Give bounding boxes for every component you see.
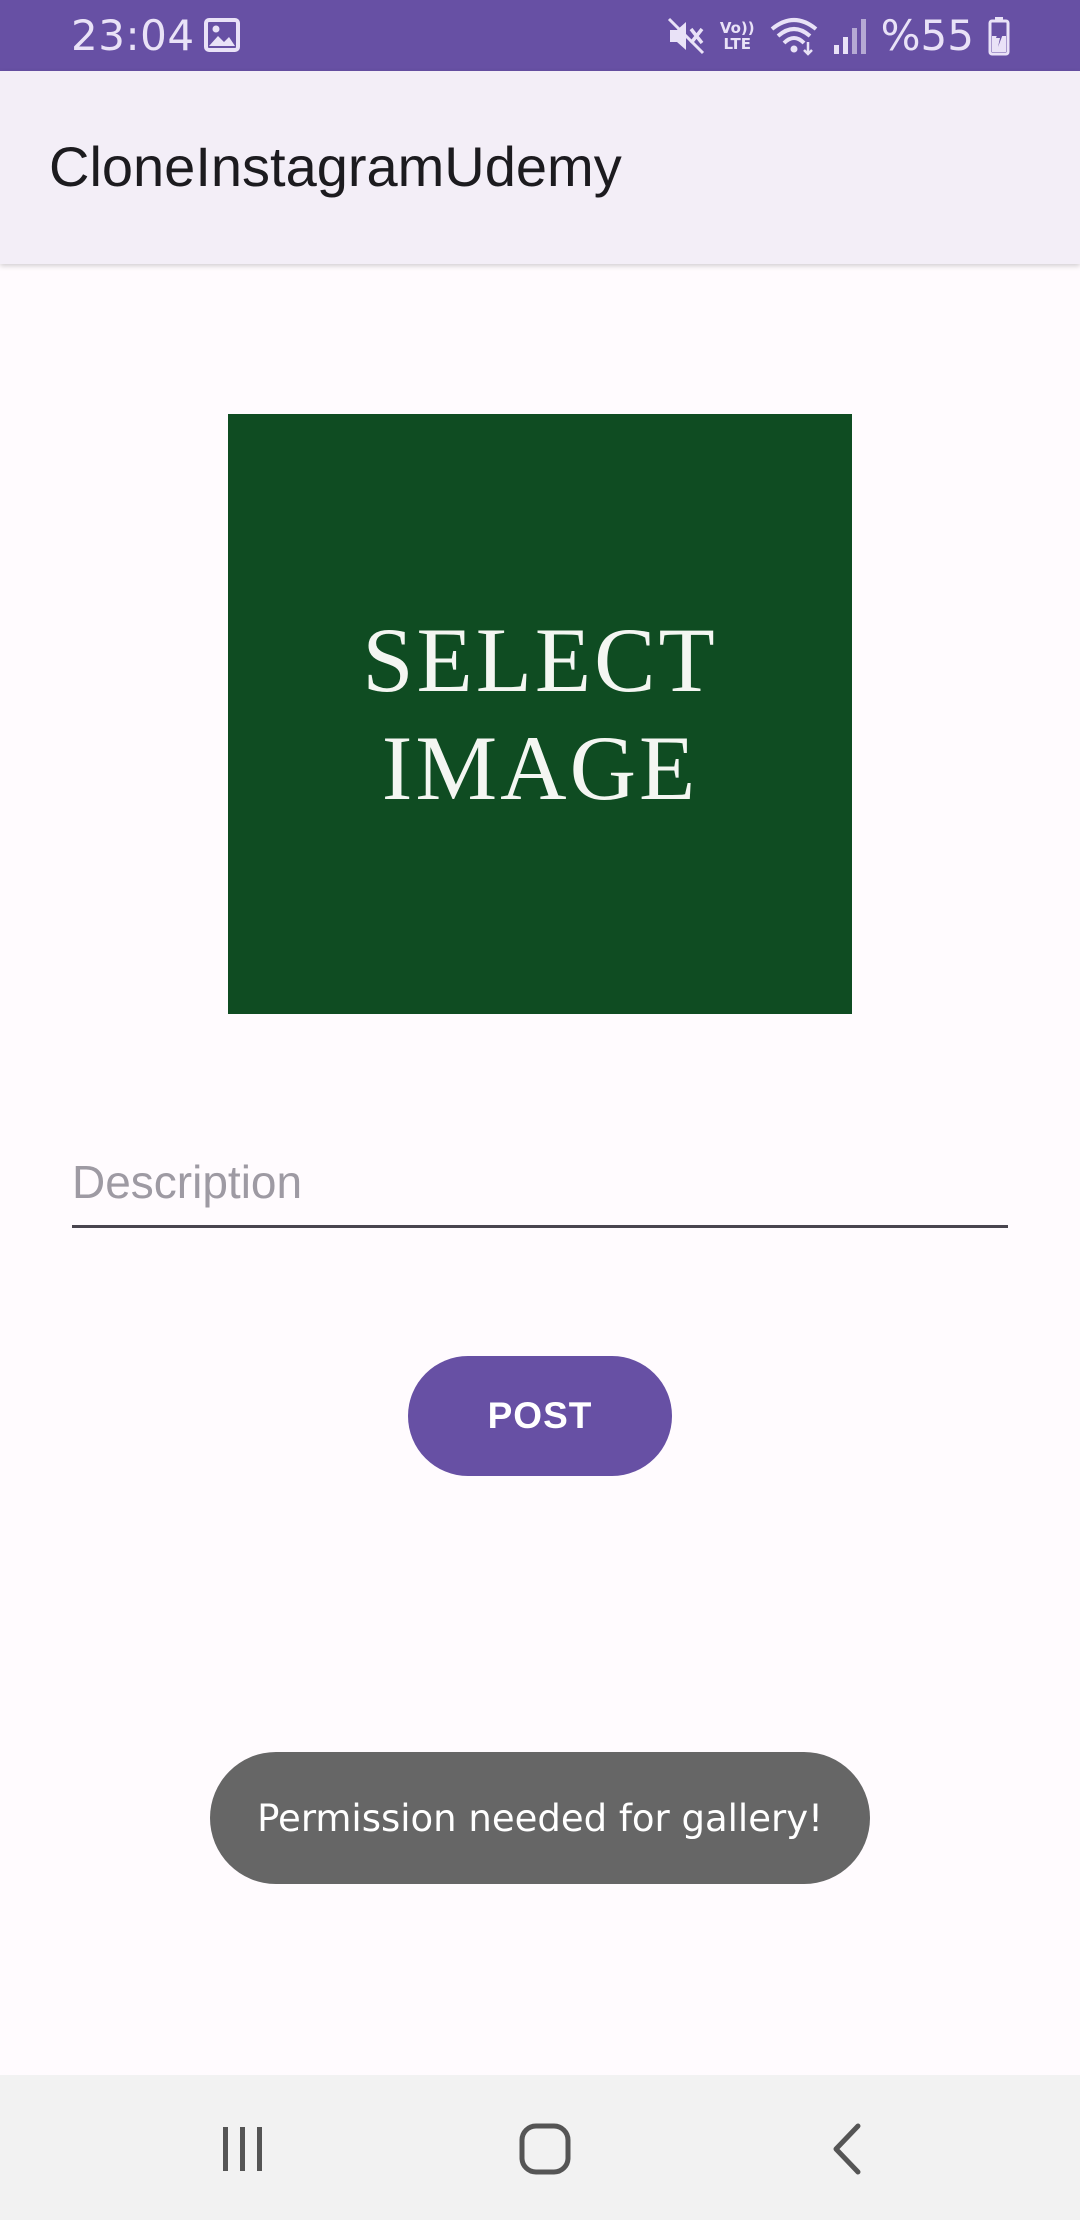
status-bar: 23:04 Vo)) LTE %55 — [0, 0, 1080, 71]
volte-bottom-label: LTE — [723, 35, 752, 53]
select-image-line2: IMAGE — [381, 717, 699, 819]
post-button[interactable]: POST — [408, 1356, 672, 1476]
toast-message: Permission needed for gallery! — [210, 1752, 870, 1884]
back-icon[interactable] — [807, 2111, 887, 2187]
battery-icon — [988, 16, 1010, 56]
recents-icon[interactable] — [203, 2111, 283, 2187]
select-image-button[interactable]: SELECT IMAGE — [228, 414, 852, 1014]
app-bar: CloneInstagramUdemy — [0, 71, 1080, 264]
mute-icon — [666, 16, 706, 56]
signal-icon — [833, 17, 867, 55]
wifi-icon — [769, 16, 819, 56]
volte-icon: Vo)) LTE — [720, 20, 755, 52]
navigation-bar — [0, 2075, 1080, 2220]
status-time: 23:04 — [71, 11, 195, 60]
select-image-line1: SELECT — [362, 609, 718, 711]
app-title: CloneInstagramUdemy — [49, 135, 622, 198]
status-icons: Vo)) LTE %55 — [666, 10, 1010, 62]
gallery-icon — [204, 18, 240, 52]
home-icon[interactable] — [505, 2111, 585, 2187]
description-input[interactable] — [72, 1138, 1008, 1228]
battery-percentage: %55 — [880, 11, 974, 60]
